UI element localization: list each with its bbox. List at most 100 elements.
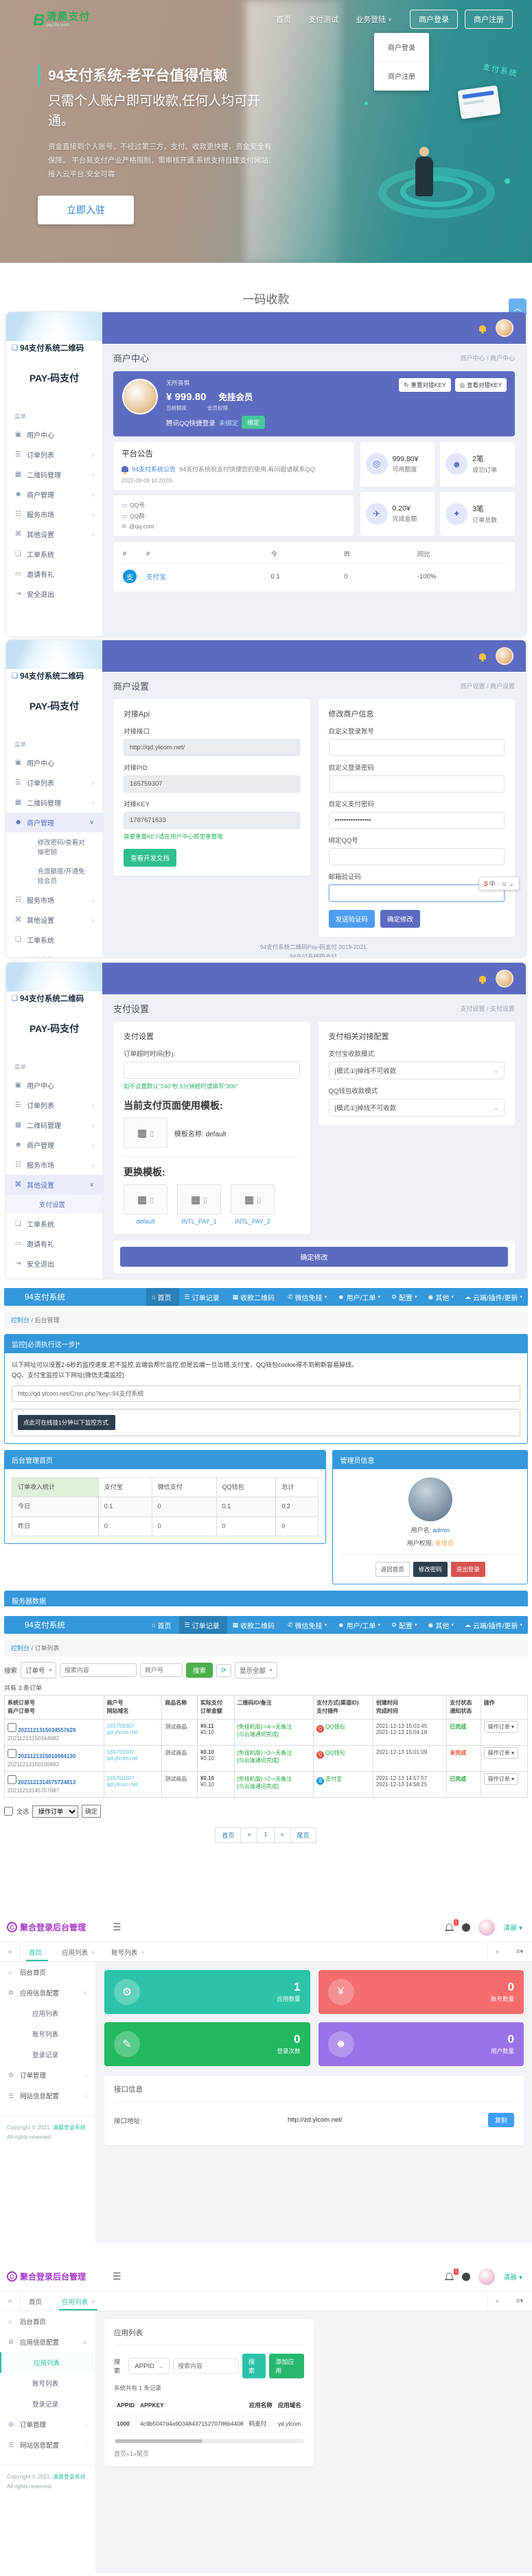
search-type-select[interactable]: APPID⌄ bbox=[128, 2358, 170, 2374]
reset-key-button[interactable]: ↻重置对接KEY bbox=[399, 378, 450, 392]
user-avatar[interactable] bbox=[496, 647, 513, 665]
merchant-login-button[interactable]: 商户登录 bbox=[410, 10, 458, 29]
admin-nav-item[interactable]: ◉其他▾ bbox=[423, 1288, 459, 1306]
admin-username[interactable]: admin bbox=[432, 1527, 450, 1534]
admin-nav-item[interactable]: ⚙配置▾ bbox=[386, 1288, 423, 1306]
tab[interactable]: 应用列表× bbox=[54, 2292, 103, 2310]
filter-select[interactable]: 显示全部▾ bbox=[235, 1662, 277, 1678]
admin-nav-item[interactable]: ◉其他▾ bbox=[423, 1616, 459, 1634]
qq-unbound-link[interactable]: 未绑定 bbox=[219, 418, 239, 428]
add-app-button[interactable]: 添加应用 bbox=[269, 2354, 304, 2378]
bell-icon[interactable] bbox=[479, 976, 486, 982]
page-button[interactable]: « bbox=[240, 1827, 257, 1843]
sidebar-menu-item[interactable]: ▣用户中心 bbox=[6, 425, 102, 445]
nav-item[interactable]: 业务登陆∨ bbox=[356, 14, 392, 25]
select-all-checkbox[interactable] bbox=[4, 1807, 13, 1816]
sidebar-menu-item[interactable]: ⌂后台首页 bbox=[0, 1962, 95, 1982]
refresh-button[interactable]: ⟳ bbox=[216, 1664, 231, 1677]
email-code-field[interactable] bbox=[329, 885, 505, 902]
admin-nav-item[interactable]: ⌂首页 bbox=[146, 1616, 178, 1634]
theme-icon[interactable] bbox=[462, 2273, 470, 2281]
close-icon[interactable]: × bbox=[91, 2298, 95, 2305]
sidebar-menu-item[interactable]: 登录记录 bbox=[0, 2044, 95, 2065]
page-button[interactable]: 首页 bbox=[215, 1827, 241, 1843]
sidebar-menu-item[interactable]: ▭邀请有礼 bbox=[6, 1234, 102, 1254]
sidebar-menu-item[interactable]: ❏工单系统 bbox=[6, 544, 102, 564]
api-key-field[interactable] bbox=[124, 812, 300, 829]
sidebar-menu-item[interactable]: ⚙订单管理› bbox=[0, 2065, 95, 2085]
copyright-link[interactable]: 清晨登录系统 bbox=[53, 2124, 86, 2131]
sidebar-menu-item[interactable]: ⚙订单管理› bbox=[0, 2414, 95, 2435]
tab[interactable]: 首页 bbox=[21, 1943, 54, 1961]
admin-brand[interactable]: 94支付系统 bbox=[4, 1616, 75, 1634]
hamburger-icon[interactable]: ☰ bbox=[113, 2271, 122, 2282]
view-key-button[interactable]: ◎查看对接KEY bbox=[455, 378, 507, 392]
sidebar-menu-item[interactable]: ☰订单列表› bbox=[6, 773, 102, 793]
nav-item[interactable]: 首页 bbox=[276, 14, 293, 25]
merchant-id-link[interactable]: 165759307 bbox=[107, 1775, 159, 1781]
current-template-thumb[interactable]: ▦▯ bbox=[124, 1118, 167, 1148]
timeout-field[interactable] bbox=[124, 1062, 300, 1079]
template-option[interactable]: ▦▯ INTL_PAY_2 bbox=[231, 1184, 275, 1225]
row-checkbox[interactable] bbox=[8, 1749, 16, 1758]
nav-item[interactable]: 支付测试 bbox=[308, 14, 340, 25]
page-button[interactable]: 1 bbox=[257, 1827, 274, 1843]
copyright-link[interactable]: 清晨登录系统 bbox=[53, 2474, 86, 2480]
tab[interactable]: 首页 bbox=[21, 2292, 54, 2310]
sidebar-menu-item[interactable]: ▭邀请有礼 bbox=[6, 950, 102, 957]
sidebar-menu-item[interactable]: ☰订单列表› bbox=[6, 445, 102, 465]
tabs-right-arrow[interactable]: » bbox=[487, 2292, 507, 2310]
admin-nav-item[interactable]: ☻用户/工单▾ bbox=[332, 1616, 386, 1634]
input-method-bar[interactable]: S中 · ☺ ⌄ bbox=[479, 877, 519, 890]
site-logo[interactable]: B 清晨支付pay life learn bbox=[33, 12, 90, 27]
sidebar-menu-item[interactable]: ⌂后台首页 bbox=[0, 2311, 95, 2332]
dropdown-item[interactable]: 商户注册 bbox=[374, 62, 429, 91]
custom-password-field[interactable] bbox=[329, 775, 505, 793]
user-avatar[interactable] bbox=[496, 319, 513, 337]
sidebar-menu-item[interactable]: 充值额度/开通免挂会员 bbox=[6, 861, 102, 890]
breadcrumb-home[interactable]: 控制台 bbox=[11, 1645, 30, 1652]
tabs-right-arrow[interactable]: » bbox=[487, 1943, 507, 1961]
bell-icon[interactable] bbox=[479, 325, 486, 331]
tabs-left-arrow[interactable]: « bbox=[0, 2292, 21, 2310]
sidebar-menu-item[interactable]: 修改密码/查看对接密钥 bbox=[6, 832, 102, 861]
tabs-menu-icon[interactable]: ≡▾ bbox=[507, 2292, 532, 2310]
channel-name[interactable]: 支付宝 bbox=[146, 572, 270, 581]
admin-nav-item[interactable]: ✆微信免挂▾ bbox=[282, 1288, 332, 1306]
sidebar-menu-item[interactable]: ▣用户中心 bbox=[6, 1075, 102, 1095]
sidebar-menu-item[interactable]: 应用列表 bbox=[0, 2003, 95, 2024]
logout-button[interactable]: 退出登录 bbox=[451, 1562, 485, 1577]
merchant-id-link[interactable]: 165759307 bbox=[107, 1749, 159, 1755]
qq-mode-select[interactable]: [模式①]掉线不可收款⌄ bbox=[329, 1099, 505, 1116]
tabs-left-arrow[interactable]: « bbox=[0, 1943, 21, 1961]
sidebar-menu-item[interactable]: ⇥安全退出 bbox=[6, 1254, 102, 1274]
user-avatar[interactable] bbox=[496, 970, 513, 987]
bind-button[interactable]: 绑定 bbox=[242, 416, 265, 429]
sidebar-menu-item[interactable]: ▭邀请有礼 bbox=[6, 564, 102, 584]
sidebar-menu-item[interactable]: 登录记录 bbox=[0, 2393, 95, 2414]
sidebar-menu-item[interactable]: 支付设置 bbox=[6, 1195, 102, 1214]
sidebar-menu-item[interactable]: ▦二维码管理› bbox=[6, 1115, 102, 1135]
tabs-menu-icon[interactable]: ≡▾ bbox=[507, 1943, 532, 1961]
pagination[interactable]: 首页«1»尾页 bbox=[114, 2449, 304, 2458]
sidebar-menu-item[interactable]: ⌘其他设置∨ bbox=[6, 1175, 102, 1195]
admin-nav-item[interactable]: ▦收款二维码 bbox=[227, 1616, 283, 1634]
domain-link[interactable]: qd.ylcom.net bbox=[107, 1781, 159, 1788]
pay-password-field[interactable] bbox=[329, 812, 505, 829]
custom-account-field[interactable] bbox=[329, 739, 505, 756]
sidebar-menu-item[interactable]: ☷服务市场› bbox=[6, 504, 102, 524]
bell-icon[interactable]: 1 bbox=[446, 2273, 454, 2280]
sidebar-menu-item[interactable]: ▦二维码管理› bbox=[6, 793, 102, 812]
user-avatar[interactable] bbox=[478, 1919, 495, 1936]
admin-nav-item[interactable]: ☰订单记录 bbox=[179, 1288, 227, 1306]
bell-icon[interactable]: 1 bbox=[446, 1923, 454, 1931]
bulk-confirm-button[interactable]: 确定 bbox=[82, 1805, 101, 1818]
alipay-mode-select[interactable]: [模式①]掉线不可收款⌄ bbox=[329, 1062, 505, 1079]
announcement-link[interactable]: 94支付系统公告 bbox=[132, 465, 176, 473]
sidebar-menu-item[interactable]: ⚙应用信息配置∨ bbox=[0, 1982, 95, 2003]
sidebar-menu-item[interactable]: ☷服务市场› bbox=[6, 890, 102, 910]
api-pid-field[interactable] bbox=[124, 775, 300, 793]
api-url-field[interactable] bbox=[124, 739, 300, 756]
bell-icon[interactable] bbox=[479, 653, 486, 659]
sidebar-menu-item[interactable]: ▦二维码管理› bbox=[6, 465, 102, 484]
